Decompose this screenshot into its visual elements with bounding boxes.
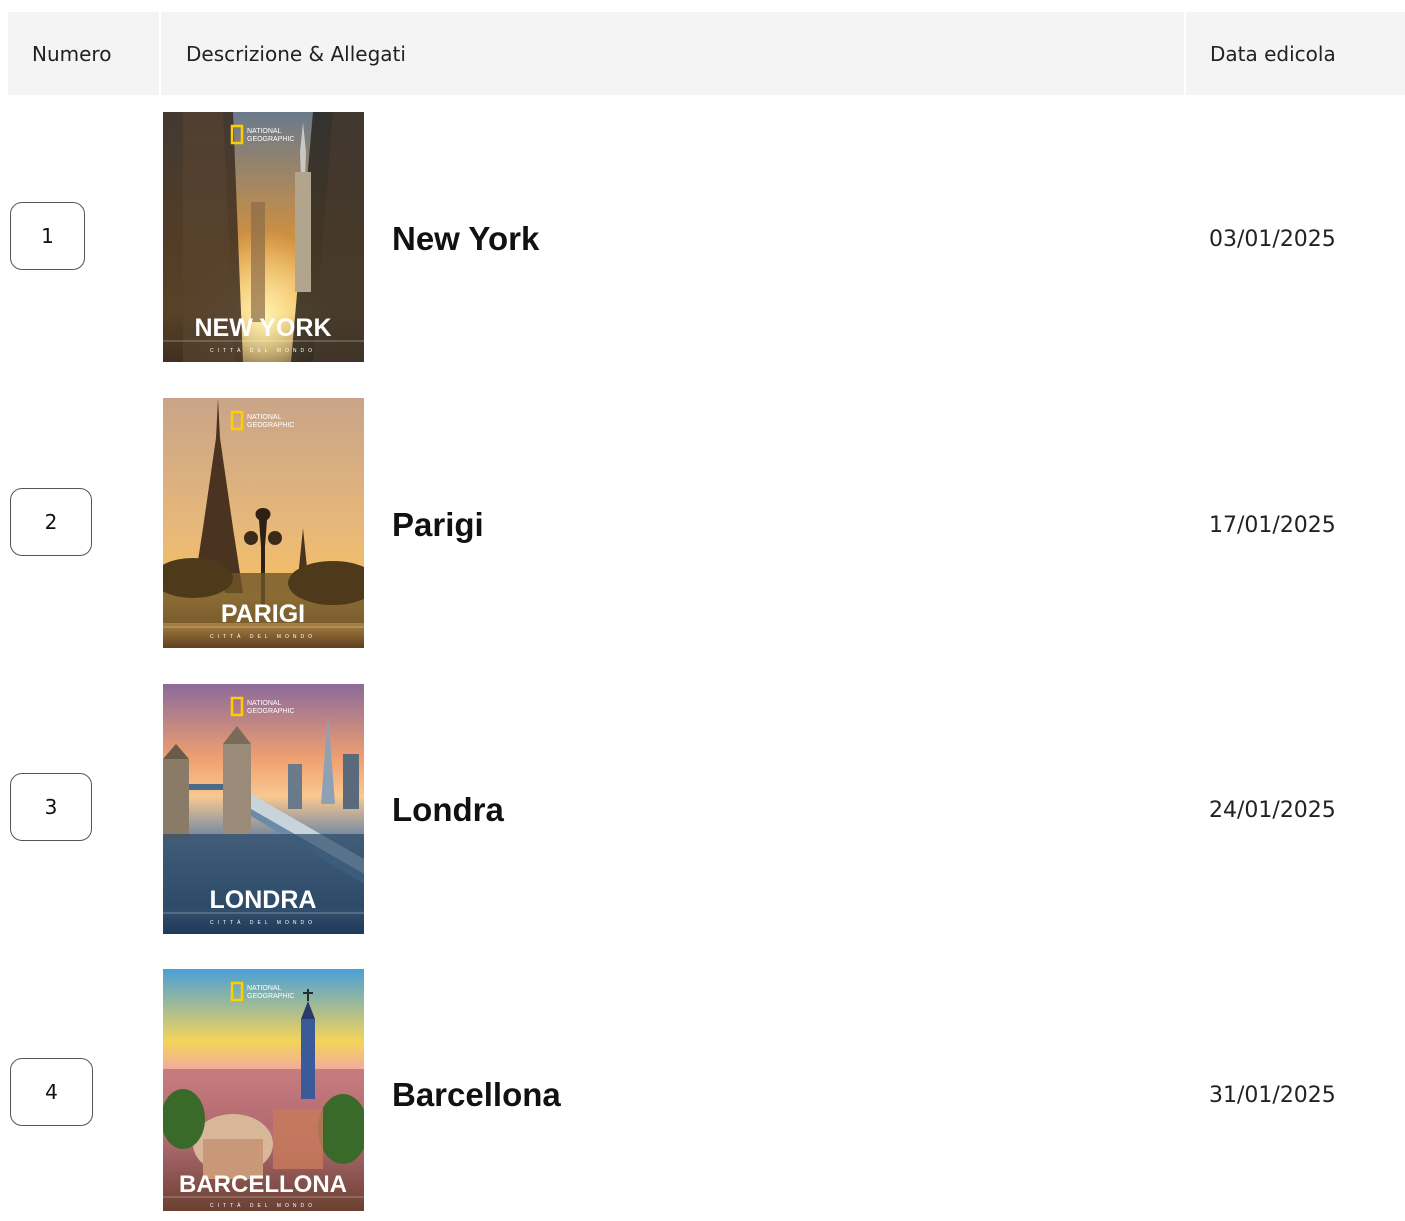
- cover-series-caption: CITTÀ DEL MONDO: [210, 633, 316, 640]
- table-row: 1 NATIONAL GEOGRAPHIC NEW YORK CITTÀ DEL…: [0, 112, 1405, 364]
- table-header: Numero Descrizione & Allegati Data edico…: [8, 12, 1405, 95]
- cover-brand-line2: GEOGRAPHIC: [247, 136, 294, 143]
- cover-brand-line1: NATIONAL: [247, 414, 282, 421]
- issue-title[interactable]: Parigi: [392, 506, 484, 544]
- cover-image-londra[interactable]: NATIONAL GEOGRAPHIC LONDRA CITTÀ DEL MON…: [163, 684, 364, 934]
- issue-title[interactable]: New York: [392, 220, 539, 258]
- cover-series-caption: CITTÀ DEL MONDO: [210, 347, 316, 354]
- cover-brand-line2: GEOGRAPHIC: [247, 422, 294, 429]
- issue-date: 24/01/2025: [1209, 798, 1336, 823]
- cover-image-barcellona[interactable]: NATIONAL GEOGRAPHIC BARCELLONA CITTÀ DEL…: [163, 969, 364, 1211]
- cover-title: LONDRA: [210, 886, 317, 914]
- header-date: Data edicola: [1186, 12, 1405, 95]
- header-description: Descrizione & Allegati: [161, 12, 1184, 95]
- issue-date: 17/01/2025: [1209, 513, 1336, 538]
- table-row: 2 NATIONAL GEOGRAPHIC PARIGI CITTÀ DEL M…: [0, 398, 1405, 650]
- cover-title: BARCELLONA: [179, 1171, 347, 1198]
- issue-number-button[interactable]: 3: [10, 773, 92, 841]
- cover-brand-line2: GEOGRAPHIC: [247, 993, 294, 1000]
- cover-title: PARIGI: [221, 600, 305, 628]
- table-row: 3 NATIONAL GEOGRAPHIC LONDRA CITTÀ DEL M…: [0, 684, 1405, 936]
- issue-date: 03/01/2025: [1209, 227, 1336, 252]
- issue-title[interactable]: Barcellona: [392, 1076, 561, 1114]
- cover-brand-line1: NATIONAL: [247, 985, 282, 992]
- issue-number-button[interactable]: 1: [10, 202, 85, 270]
- cover-title: NEW YORK: [194, 314, 331, 342]
- cover-image-parigi[interactable]: NATIONAL GEOGRAPHIC PARIGI CITTÀ DEL MON…: [163, 398, 364, 648]
- cover-brand-line1: NATIONAL: [247, 700, 282, 707]
- issue-title[interactable]: Londra: [392, 791, 504, 829]
- cover-brand-line2: GEOGRAPHIC: [247, 708, 294, 715]
- cover-image-new-york[interactable]: NATIONAL GEOGRAPHIC NEW YORK CITTÀ DEL M…: [163, 112, 364, 362]
- header-number: Numero: [8, 12, 159, 95]
- table-row: 4 NATIONAL GEOGRAPHIC BARCELLONA CITTÀ D…: [0, 969, 1405, 1221]
- issue-date: 31/01/2025: [1209, 1083, 1336, 1108]
- issue-number-button[interactable]: 2: [10, 488, 92, 556]
- issue-number-button[interactable]: 4: [10, 1058, 93, 1126]
- cover-series-caption: CITTÀ DEL MONDO: [210, 919, 316, 926]
- cover-series-caption: CITTÀ DEL MONDO: [210, 1202, 316, 1209]
- cover-brand-line1: NATIONAL: [247, 128, 282, 135]
